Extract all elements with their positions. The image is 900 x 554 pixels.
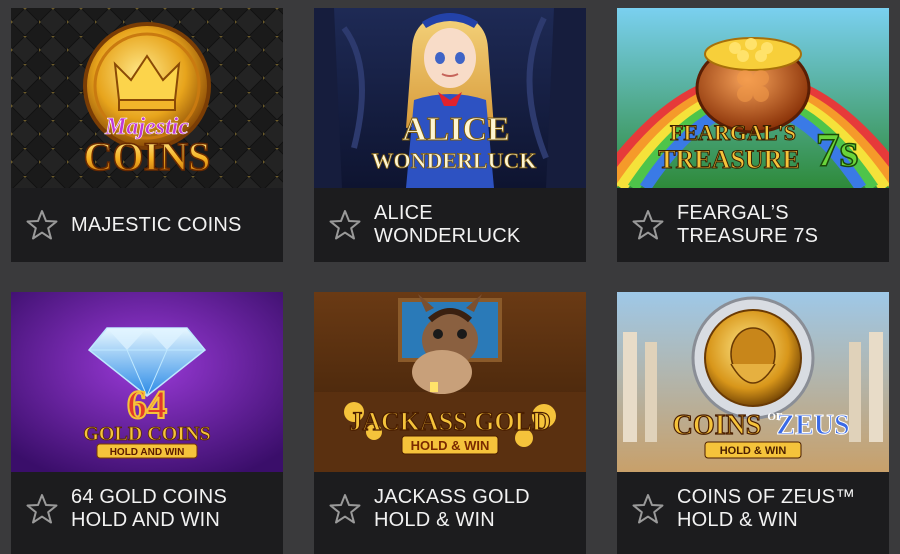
game-card-coins-of-zeus[interactable]: COINS OF ZEUS HOLD & WIN COINS OF ZEUS™ … <box>617 292 889 554</box>
game-thumbnail[interactable]: ALICE WONDERLUCK <box>314 8 586 188</box>
game-card-64-gold-coins[interactable]: 64 GOLD COINS HOLD AND WIN 64 GOLD COINS… <box>11 292 283 554</box>
64-logo-line1: 64 <box>127 382 167 427</box>
game-title[interactable]: COINS OF ZEUS™ HOLD & WIN <box>677 486 877 532</box>
majestic-logo-line2: COINS <box>84 134 211 179</box>
game-card-majestic-coins[interactable]: Majestic COINS MAJESTIC COINS <box>11 8 283 262</box>
game-card-alice-wonderluck[interactable]: ALICE WONDERLUCK ALICE WONDERLUCK <box>314 8 586 262</box>
alice-logo-line1: ALICE <box>402 111 510 148</box>
feargals-treasure-art: FEARGAL'S TREASURE 7s <box>617 8 889 188</box>
star-outline-icon[interactable] <box>25 208 59 242</box>
zeus-logo-line1: COINS <box>673 410 762 441</box>
game-title[interactable]: MAJESTIC COINS <box>71 214 271 237</box>
game-title[interactable]: ALICE WONDERLUCK <box>374 202 574 248</box>
feargal-logo-line1: FEARGAL'S <box>670 120 796 145</box>
star-outline-icon[interactable] <box>328 208 362 242</box>
game-thumbnail[interactable]: COINS OF ZEUS HOLD & WIN <box>617 292 889 472</box>
game-card-footer: FEARGAL’S TREASURE 7S <box>617 188 889 262</box>
game-thumbnail[interactable]: FEARGAL'S TREASURE 7s <box>617 8 889 188</box>
game-title[interactable]: 64 GOLD COINS HOLD AND WIN <box>71 486 271 532</box>
game-thumbnail[interactable]: JACKASS GOLD HOLD & WIN <box>314 292 586 472</box>
star-outline-icon[interactable] <box>631 208 665 242</box>
game-thumbnail[interactable]: Majestic COINS <box>11 8 283 188</box>
alice-wonderluck-art: ALICE WONDERLUCK <box>314 8 586 188</box>
game-title[interactable]: JACKASS GOLD HOLD & WIN <box>374 486 574 532</box>
game-card-footer: JACKASS GOLD HOLD & WIN <box>314 472 586 546</box>
alice-logo-line2: WONDERLUCK <box>371 148 536 173</box>
star-outline-icon[interactable] <box>328 492 362 526</box>
game-card-footer: MAJESTIC COINS <box>11 188 283 262</box>
feargal-logo-badge: 7s <box>816 124 859 177</box>
game-card-footer: 64 GOLD COINS HOLD AND WIN <box>11 472 283 546</box>
game-title[interactable]: FEARGAL’S TREASURE 7S <box>677 202 877 248</box>
64-logo-line2: GOLD COINS <box>83 423 210 445</box>
jackass-gold-art: JACKASS GOLD HOLD & WIN <box>314 292 586 472</box>
game-card-footer: ALICE WONDERLUCK <box>314 188 586 262</box>
game-card-footer: COINS OF ZEUS™ HOLD & WIN <box>617 472 889 546</box>
zeus-logo-line3: HOLD & WIN <box>720 445 787 457</box>
jackass-logo-line1: JACKASS GOLD <box>349 407 551 436</box>
zeus-logo-line2: ZEUS <box>776 410 849 441</box>
64-gold-coins-art: 64 GOLD COINS HOLD AND WIN <box>11 292 283 472</box>
64-logo-line3: HOLD AND WIN <box>110 447 185 458</box>
game-card-jackass-gold[interactable]: JACKASS GOLD HOLD & WIN JACKASS GOLD HOL… <box>314 292 586 554</box>
game-card-feargals-treasure-7s[interactable]: FEARGAL'S TREASURE 7s FEARGAL’S TREASURE… <box>617 8 889 262</box>
feargal-logo-line2: TREASURE <box>658 145 800 174</box>
majestic-coins-art: Majestic COINS <box>11 8 283 188</box>
jackass-logo-line2: HOLD & WIN <box>411 438 490 453</box>
star-outline-icon[interactable] <box>25 492 59 526</box>
game-thumbnail[interactable]: 64 GOLD COINS HOLD AND WIN <box>11 292 283 472</box>
game-grid: Majestic COINS MAJESTIC COINS ALICE WOND… <box>0 0 900 554</box>
coins-of-zeus-art: COINS OF ZEUS HOLD & WIN <box>617 292 889 472</box>
star-outline-icon[interactable] <box>631 492 665 526</box>
